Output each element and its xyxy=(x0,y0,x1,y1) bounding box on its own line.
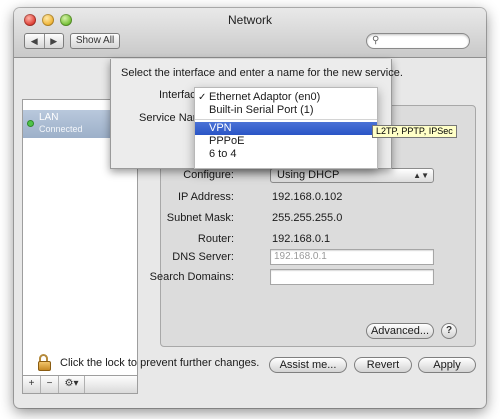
lock-icon[interactable] xyxy=(38,354,52,372)
router-label: Router: xyxy=(197,233,234,245)
search-domains-field[interactable] xyxy=(270,269,434,285)
show-all-button[interactable]: Show All xyxy=(70,33,120,49)
vpn-tooltip: L2TP, PPTP, IPSec xyxy=(372,125,457,138)
menu-item-6to4[interactable]: 6 to 4 xyxy=(195,148,377,161)
revert-button[interactable]: Revert xyxy=(354,357,412,373)
subnet-mask-value: 255.255.255.0 xyxy=(272,212,343,224)
router-value: 192.168.0.1 xyxy=(272,233,331,245)
menu-item-serial-port[interactable]: Built-in Serial Port (1) xyxy=(195,104,377,117)
menu-item-vpn[interactable]: VPN xyxy=(195,122,377,135)
title-bar: Network ◀ ▶ Show All ⚲ xyxy=(14,8,486,58)
search-icon: ⚲ xyxy=(372,35,380,46)
ip-address-value: 192.168.0.102 xyxy=(272,191,343,203)
service-name: LAN xyxy=(39,112,59,123)
add-service-button[interactable]: + xyxy=(23,376,41,393)
search-field[interactable]: ⚲ xyxy=(366,33,470,49)
back-forward-control: ◀ ▶ xyxy=(24,33,64,49)
apply-button[interactable]: Apply xyxy=(418,357,476,373)
menu-item-pppoe[interactable]: PPPoE xyxy=(195,135,377,148)
lock-message: Click the lock to prevent further change… xyxy=(60,357,260,369)
connected-status-dot-icon xyxy=(27,120,34,127)
subnet-mask-label: Subnet Mask: xyxy=(166,212,234,224)
main-content: LAN Connected + − ⚙▾ Configure: Using DH… xyxy=(14,59,486,408)
lock-body xyxy=(38,361,51,371)
ip-address-label: IP Address: xyxy=(177,191,234,203)
configure-label: Configure: xyxy=(183,169,234,181)
assist-me-button[interactable]: Assist me... xyxy=(269,357,347,373)
menu-item-ethernet[interactable]: Ethernet Adaptor (en0) xyxy=(195,91,377,104)
configure-popup[interactable]: Using DHCP ▲▼ xyxy=(270,168,434,183)
gear-menu-icon[interactable]: ⚙▾ xyxy=(59,376,85,393)
interface-dropdown-menu: Ethernet Adaptor (en0) Built-in Serial P… xyxy=(194,87,378,169)
forward-arrow-icon[interactable]: ▶ xyxy=(43,34,64,48)
service-list-toolbar: + − ⚙▾ xyxy=(22,376,138,394)
service-status: Connected xyxy=(39,124,83,134)
popup-arrows-icon: ▲▼ xyxy=(413,171,429,180)
window-title: Network xyxy=(227,13,272,27)
network-preferences-window: Network ◀ ▶ Show All ⚲ LAN Connected + −… xyxy=(14,8,486,408)
sheet-prompt: Select the interface and enter a name fo… xyxy=(121,67,403,79)
remove-service-button[interactable]: − xyxy=(41,376,59,393)
help-button[interactable]: ? xyxy=(441,323,457,339)
advanced-button[interactable]: Advanced... xyxy=(366,323,434,339)
configure-value: Using DHCP xyxy=(277,169,340,181)
dns-server-label: DNS Server: xyxy=(172,251,234,263)
dns-server-field[interactable]: 192.168.0.1 xyxy=(270,249,434,265)
search-domains-label: Search Domains: xyxy=(149,271,234,283)
back-arrow-icon[interactable]: ◀ xyxy=(25,34,44,48)
